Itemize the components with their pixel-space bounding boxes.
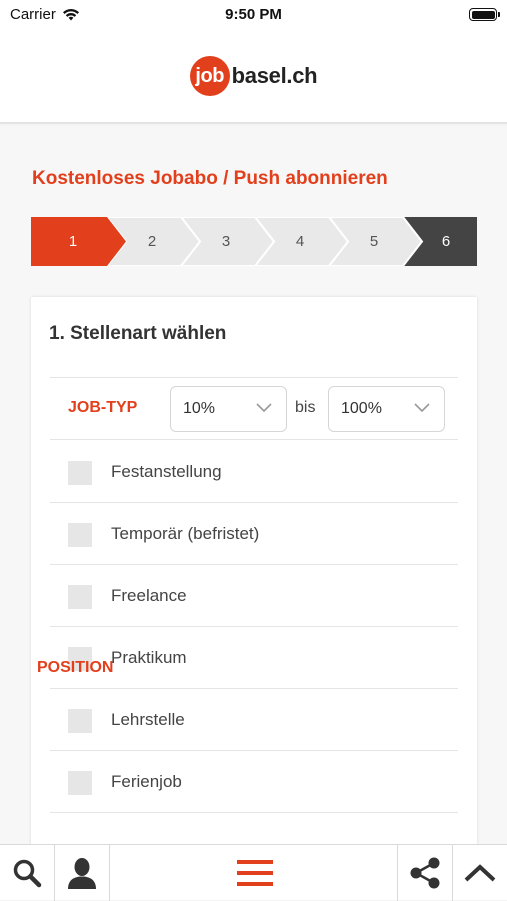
checkbox[interactable] (68, 709, 92, 733)
bottom-toolbar (0, 844, 507, 901)
menu-icon (237, 860, 273, 886)
range-separator: bis (295, 399, 316, 416)
form-card: 1. Stellenart wählen JOB-TYP 10% bis 100… (31, 297, 477, 844)
job-type-from-value: 10% (183, 400, 216, 417)
divider (109, 845, 110, 901)
logo-circle: job (189, 56, 230, 96)
chevron-down-icon (414, 403, 430, 413)
share-icon (410, 857, 440, 889)
user-icon (68, 858, 96, 889)
step-5[interactable]: 5 (337, 217, 411, 266)
job-type-row: JOB-TYP 10% bis 100% (50, 377, 458, 440)
app-header: job basel.ch (0, 30, 507, 124)
position-section-label: POSITION (37, 659, 114, 676)
chevron-up-icon (464, 864, 496, 882)
status-bar: Carrier 9:50 PM (0, 0, 507, 30)
option-label: Temporär (befristet) (111, 524, 260, 543)
option-label: Ferienjob (111, 772, 182, 791)
scroll-top-button[interactable] (453, 845, 507, 901)
job-type-from-select[interactable]: 10% (170, 386, 287, 432)
option-label: Freelance (111, 586, 187, 605)
option-lehrstelle[interactable]: Lehrstelle (50, 689, 458, 751)
main-content: Kostenloses Jobabo / Push abonnieren 1 2… (0, 126, 507, 844)
step-4[interactable]: 4 (263, 217, 337, 266)
checkbox[interactable] (68, 523, 92, 547)
step-progress: 1 2 3 4 5 6 (31, 217, 477, 266)
search-icon (13, 859, 42, 888)
share-button[interactable] (398, 845, 452, 901)
checkbox[interactable] (68, 585, 92, 609)
option-label: Lehrstelle (111, 710, 185, 729)
battery-icon (469, 8, 500, 21)
account-button[interactable] (55, 845, 109, 901)
job-type-to-value: 100% (341, 400, 382, 417)
option-ferienjob[interactable]: Ferienjob (50, 751, 458, 813)
step-6[interactable]: 6 (415, 217, 477, 266)
option-praktikum[interactable]: Praktikum (50, 627, 458, 689)
step-2[interactable]: 2 (115, 217, 189, 266)
checkbox[interactable] (68, 771, 92, 795)
clock: 9:50 PM (225, 6, 282, 23)
checkbox[interactable] (68, 461, 92, 485)
logo-text: basel.ch (231, 63, 318, 88)
site-logo[interactable]: job basel.ch (189, 56, 318, 96)
job-type-to-select[interactable]: 100% (328, 386, 445, 432)
option-label: Festanstellung (111, 462, 222, 481)
option-label: Praktikum (111, 648, 187, 667)
option-freelance[interactable]: Freelance (50, 565, 458, 627)
step-3[interactable]: 3 (189, 217, 263, 266)
chevron-down-icon (256, 403, 272, 413)
menu-button[interactable] (228, 845, 282, 901)
job-type-label: JOB-TYP (68, 399, 138, 416)
step-1[interactable]: 1 (31, 217, 115, 266)
page-title: Kostenloses Jobabo / Push abonnieren (32, 168, 388, 189)
option-temporaer[interactable]: Temporär (befristet) (50, 503, 458, 565)
search-button[interactable] (0, 845, 54, 901)
section-title: 1. Stellenart wählen (49, 323, 227, 344)
option-festanstellung[interactable]: Festanstellung (50, 441, 458, 503)
